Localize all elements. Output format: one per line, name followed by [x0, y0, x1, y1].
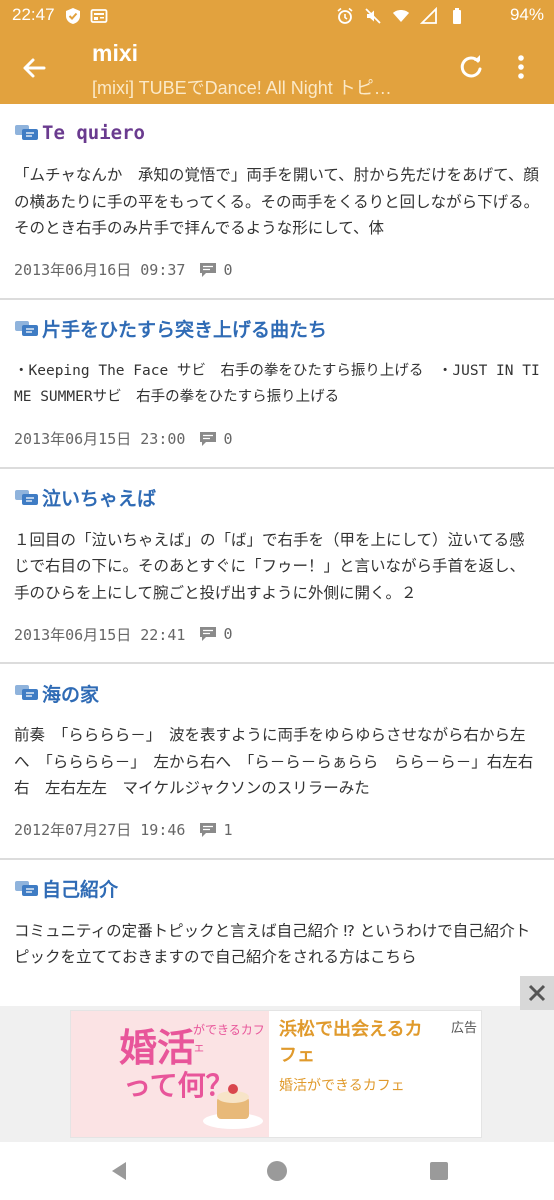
topic-date: 2013年06月16日 09:37 — [14, 261, 186, 279]
topic-body: １回目の「泣いちゃえば」の「ば」で右手を（甲を上にして）泣いてる感じで右目の下に… — [14, 530, 526, 602]
topic-item[interactable]: 自己紹介 コミュニティの定番トピックと言えば自己紹介 ⁉ というわけで自己紹介ト… — [0, 860, 554, 971]
app-subtitle: [mixi] TUBEでDance! All Night トピ… — [92, 78, 392, 98]
topic-date: 2013年06月15日 22:41 — [14, 625, 186, 644]
topic-list: Te quiero 「ムチャなんか 承知の覚悟で」両手を開いて、肘から先だけをあ… — [0, 104, 554, 971]
topic-bubble-icon — [15, 489, 38, 505]
close-icon[interactable] — [520, 976, 554, 1010]
topic-bubble-icon — [15, 320, 38, 336]
more-vert-icon[interactable] — [506, 52, 536, 82]
topic-date: 2012年07月27日 19:46 — [14, 821, 186, 839]
ad-headline[interactable]: 浜松で出会えるカフェ — [279, 1017, 439, 1069]
ad-description: 婚活ができるカフェ — [279, 1078, 405, 1094]
app-bar: mixi [mixi] TUBEでDance! All Night トピ… — [0, 32, 554, 104]
topic-body: ・Keeping The Face サビ 右手の拳をひたすら振り上げる ・JUS… — [14, 362, 540, 406]
battery-percent: 94% — [509, 5, 544, 24]
topic-bubble-icon — [15, 685, 38, 700]
status-bar: 22:47 94% — [0, 0, 554, 32]
recents-square-icon[interactable] — [426, 1158, 452, 1184]
topic-item[interactable]: 泣いちゃえば １回目の「泣いちゃえば」の「ば」で右手を（甲を上にして）泣いてる感… — [0, 469, 554, 664]
topic-bubble-icon — [15, 880, 38, 896]
back-triangle-icon[interactable] — [106, 1158, 132, 1184]
topic-bubble-icon — [15, 125, 38, 140]
arrow-left-icon[interactable] — [18, 52, 50, 84]
topic-body: コミュニティの定番トピックと言えば自己紹介 ⁉ というわけで自己紹介トピックを立… — [14, 921, 531, 967]
system-nav-bar — [0, 1142, 554, 1200]
topic-item[interactable]: 海の家 前奏 「らららら－」 波を表すように両手をゆらゆらさせながら右から左へ … — [0, 664, 554, 860]
battery-icon — [453, 8, 461, 24]
refresh-icon[interactable] — [456, 52, 486, 82]
cake-icon — [203, 1084, 263, 1129]
topic-date: 2013年06月15日 23:00 — [14, 430, 186, 448]
ad-image: 婚活 ができるカフェ って何？ — [71, 1011, 269, 1137]
topic-title[interactable]: 片手をひたすら突き上げる曲たち — [42, 315, 327, 342]
ad-tag-text: ができるカフェ — [193, 1023, 265, 1054]
ad-label: 広告 — [450, 1021, 477, 1036]
comment-icon — [200, 822, 217, 837]
mute-icon — [365, 8, 381, 24]
topic-body: 前奏 「らららら－」 波を表すように両手をゆらゆらさせながら右から左へ 「ららら… — [14, 726, 534, 797]
topic-comment-count: 0 — [223, 260, 233, 279]
topic-comment-count: 0 — [223, 625, 233, 643]
topic-body: 「ムチャなんか 承知の覚悟で」両手を開いて、肘から先だけをあげて、顔の横あたりに… — [14, 166, 540, 237]
comment-icon — [200, 262, 217, 277]
ad-banner[interactable]: 婚活 ができるカフェ って何？ 浜松で出会えるカフェ 広告 婚活ができるカフェ — [0, 976, 554, 1142]
topic-item[interactable]: 片手をひたすら突き上げる曲たち ・Keeping The Face サビ 右手の… — [0, 300, 554, 469]
home-circle-icon[interactable] — [264, 1158, 290, 1184]
signal-icon — [420, 7, 437, 24]
topic-title[interactable]: Te quiero — [42, 122, 145, 144]
comment-icon — [200, 431, 217, 446]
topic-comment-count: 1 — [223, 820, 233, 839]
wifi-icon — [393, 10, 409, 22]
comment-icon — [200, 627, 217, 641]
status-time: 22:47 — [12, 5, 55, 24]
topic-item[interactable]: Te quiero 「ムチャなんか 承知の覚悟で」両手を開いて、肘から先だけをあ… — [0, 104, 554, 300]
topic-title[interactable]: 海の家 — [42, 680, 99, 707]
ad-big-text: 婚活 — [119, 1026, 196, 1070]
shield-check-icon — [66, 8, 80, 24]
news-icon — [90, 9, 108, 23]
topic-title[interactable]: 自己紹介 — [42, 875, 118, 902]
topic-comment-count: 0 — [223, 429, 233, 448]
alarm-icon — [337, 7, 353, 24]
app-title: mixi — [92, 40, 139, 66]
topic-title[interactable]: 泣いちゃえば — [42, 484, 156, 511]
ad-content[interactable]: 婚活 ができるカフェ って何？ 浜松で出会えるカフェ 広告 婚活ができるカフェ — [70, 1010, 482, 1138]
